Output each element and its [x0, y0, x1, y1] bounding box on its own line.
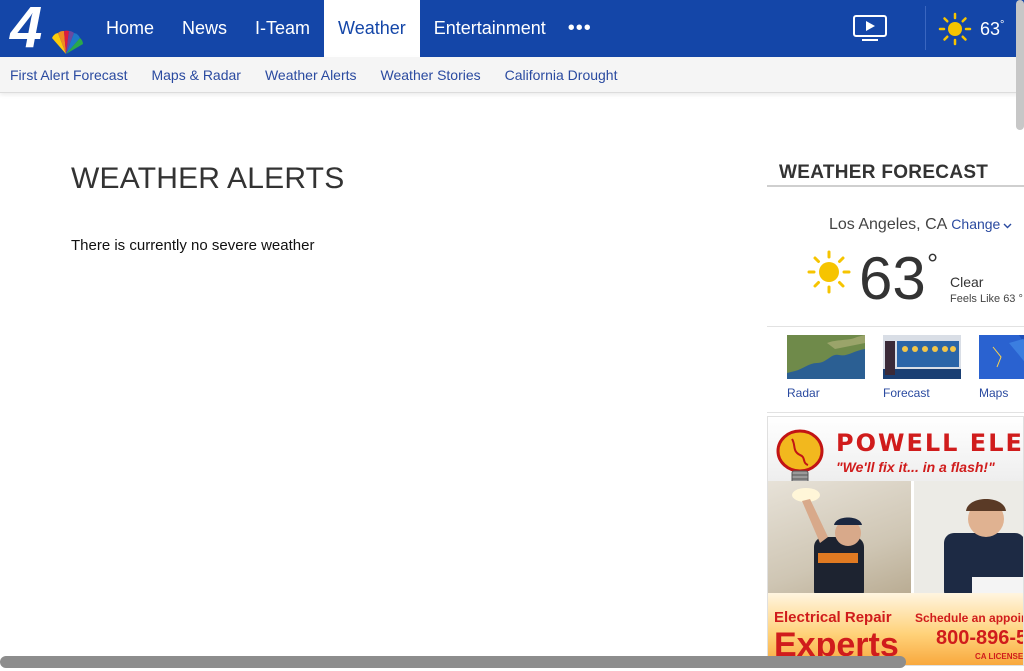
powell-electric-ad[interactable]: POWELL ELECTRIC "We'll fix it... in a fl…	[767, 416, 1024, 666]
forecast-video-image	[883, 335, 961, 379]
subnav-california-drought[interactable]: California Drought	[505, 67, 618, 83]
subnav-first-alert-forecast[interactable]: First Alert Forecast	[10, 67, 127, 83]
nav-item-entertainment[interactable]: Entertainment	[420, 0, 560, 57]
no-alerts-message: There is currently no severe weather	[71, 237, 315, 254]
nav-item-i-team[interactable]: I-Team	[241, 0, 324, 57]
ad-brand-name: POWELL ELECTRIC	[836, 429, 1024, 457]
ad-photo-electrician	[768, 481, 911, 601]
nav-item-news[interactable]: News	[168, 0, 241, 57]
weather-subnav: First Alert Forecast Maps & Radar Weathe…	[0, 57, 1024, 93]
sun-icon	[938, 12, 972, 46]
electrician-image	[792, 488, 864, 601]
current-temperature: 63	[859, 245, 926, 312]
location-row: Los Angeles, CA Change	[829, 216, 1012, 234]
main-nav: Home News I-Team Weather Entertainment •…	[92, 0, 600, 57]
page-title: WEATHER ALERTS	[71, 162, 345, 195]
thumb-label-maps[interactable]: Maps	[979, 386, 1008, 400]
forecast-thumbnail[interactable]	[883, 335, 961, 379]
nav-item-weather[interactable]: Weather	[324, 0, 420, 57]
subnav-weather-stories[interactable]: Weather Stories	[381, 67, 481, 83]
peacock-icon	[52, 30, 83, 54]
horizontal-scrollbar[interactable]	[0, 656, 906, 668]
heading-divider	[767, 185, 1024, 187]
ad-slogan: "We'll fix it... in a flash!"	[836, 459, 995, 475]
change-location-link[interactable]: Change	[951, 216, 1000, 232]
radar-thumbnail[interactable]	[787, 335, 865, 379]
subnav-weather-alerts[interactable]: Weather Alerts	[265, 67, 357, 83]
thumbs-divider	[767, 412, 1024, 413]
location-name: Los Angeles, CA	[829, 216, 948, 233]
feels-like: Feels Like 63 °	[950, 293, 1023, 305]
radar-map-image	[787, 335, 865, 379]
vertical-scrollbar[interactable]	[1016, 0, 1024, 130]
ad-schedule: Schedule an appointment	[915, 611, 1023, 625]
subnav-maps-radar[interactable]: Maps & Radar	[151, 67, 240, 83]
nav-item-home[interactable]: Home	[92, 0, 168, 57]
ad-photo-technician	[914, 481, 1023, 601]
nbc4-logo[interactable]: 4	[8, 0, 83, 58]
ad-phone-number: 800-896-5	[936, 627, 1024, 649]
video-play-icon[interactable]	[852, 14, 888, 42]
top-nav-bar: 4 Home News I-Team Weather Entertainment…	[0, 0, 1024, 58]
forecast-thumbnails: Radar Forecast Maps	[787, 335, 1024, 405]
header-temperature: 63°	[980, 18, 1005, 39]
weather-condition: Clear	[950, 274, 984, 290]
maps-thumbnail[interactable]	[979, 335, 1024, 379]
ad-electrical-repair: Electrical Repair	[774, 609, 892, 626]
forecast-divider	[767, 326, 1024, 327]
nav-divider	[925, 6, 926, 50]
thumb-label-forecast[interactable]: Forecast	[883, 386, 930, 400]
thumb-label-radar[interactable]: Radar	[787, 386, 820, 400]
technician-image	[914, 481, 1023, 601]
forecast-heading: WEATHER FORECAST	[779, 162, 989, 183]
degree-symbol: °	[927, 248, 939, 279]
more-menu-button[interactable]: •••	[560, 0, 600, 57]
sun-icon	[807, 250, 851, 294]
ad-license: CA LICENSE	[975, 652, 1024, 661]
logo-number: 4	[10, 0, 42, 60]
weather-forecast-rail: WEATHER FORECAST Los Angeles, CA Change …	[767, 150, 1024, 671]
maps-image	[979, 335, 1024, 379]
chevron-down-icon[interactable]	[1003, 221, 1012, 232]
header-weather-widget[interactable]: 63°	[938, 12, 1004, 46]
